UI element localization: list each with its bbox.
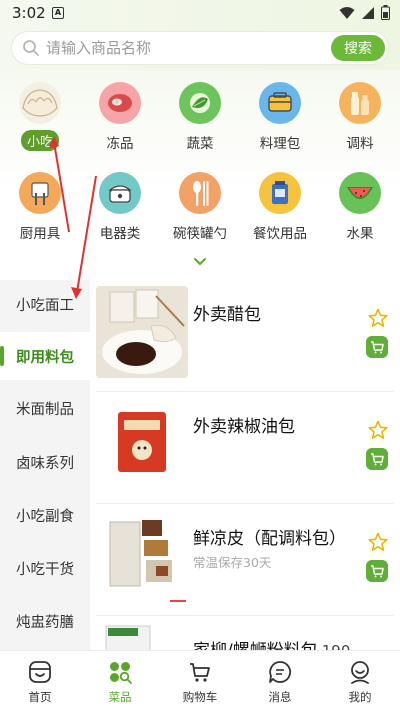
sidebar-item[interactable]: 卤味系列: [0, 438, 90, 486]
sidebar-item-active[interactable]: 即用料包: [0, 332, 90, 380]
category-label: 蔬菜: [186, 136, 214, 152]
utensils-icon: [19, 172, 61, 214]
home-icon: [29, 661, 51, 683]
supplies-box-icon: [259, 172, 301, 214]
sidebar-item[interactable]: 小吃干货: [0, 544, 90, 592]
category-tiaoliao[interactable]: 调料: [325, 82, 395, 152]
nav-label: 购物车: [182, 690, 218, 704]
sidebar-item-label: 小吃面工: [16, 297, 74, 314]
status-bar: 3:02 A: [0, 0, 400, 26]
sidebar-item-label: 即用料包: [16, 349, 74, 366]
search-icon: [23, 40, 39, 56]
category-label: 调料: [346, 136, 374, 152]
category-chuyongju[interactable]: 厨用具: [5, 172, 75, 242]
sidebar-item[interactable]: 小吃面工: [0, 280, 90, 328]
sidebar-item[interactable]: 米面制品: [0, 384, 90, 432]
nav-home[interactable]: 首页: [0, 659, 80, 705]
category-xiaochi[interactable]: 小吃: [5, 82, 75, 151]
nav-label: 首页: [28, 690, 52, 704]
category-shuiguo[interactable]: 水果: [325, 172, 395, 242]
product-name: 外卖辣椒油包: [193, 417, 295, 437]
product-name-text: 家柳/螺蛳粉料包: [193, 641, 318, 650]
status-icons: [339, 5, 390, 20]
nav-dishes[interactable]: 菜品: [80, 659, 160, 705]
spoon-icon: [179, 172, 221, 214]
category-wankuaiguanshao[interactable]: 碗筷罐勺: [165, 172, 235, 242]
bottom-nav: 首页 菜品 购物车 消息 我的: [0, 650, 400, 710]
product-item[interactable]: 外卖醋包: [90, 280, 400, 392]
sidebar: 小吃面工 即用料包 米面制品 卤味系列 小吃副食 小吃干货 炖盅药膳: [0, 280, 90, 650]
product-subtitle: 常温保存30天: [193, 555, 272, 570]
lunchbox-icon: [259, 82, 301, 124]
dishes-icon: [110, 662, 132, 684]
battery-icon: [381, 5, 390, 20]
product-image: [96, 398, 188, 490]
wifi-icon: [339, 6, 355, 19]
search-button[interactable]: 搜索: [331, 35, 385, 61]
product-count: 190: [322, 642, 351, 650]
category-label: 料理包: [259, 136, 301, 152]
profile-icon: [351, 661, 369, 684]
category-shucai[interactable]: 蔬菜: [165, 82, 235, 152]
status-time: 3:02: [12, 4, 46, 22]
sidebar-item-label: 炖盅药膳: [16, 614, 74, 631]
category-grid: 小吃 冻品 蔬菜 料理包 调料 厨用具 电器类 碗筷罐勺 餐饮用品 水果: [0, 70, 400, 276]
add-to-cart-icon[interactable]: [366, 336, 388, 358]
meat-icon: [99, 82, 141, 124]
product-image: [96, 622, 188, 650]
product-image: [96, 286, 188, 378]
category-liaolibao[interactable]: 料理包: [245, 82, 315, 152]
nav-label: 菜品: [108, 690, 132, 704]
nav-cart[interactable]: 购物车: [160, 659, 240, 705]
category-label: 餐饮用品: [253, 226, 307, 242]
product-item[interactable]: 家柳/螺蛳粉料包 190: [90, 616, 400, 650]
seasoning-bottle-icon: [339, 82, 381, 124]
product-image: [96, 510, 188, 602]
category-label: 小吃: [20, 130, 59, 151]
chevron-down-icon[interactable]: [193, 256, 207, 266]
sidebar-item-label: 卤味系列: [16, 455, 74, 472]
product-item[interactable]: 鲜凉皮（配调料包） 常温保存30天: [90, 504, 400, 616]
sidebar-item[interactable]: 炖盅药膳: [0, 597, 90, 645]
message-icon: [269, 661, 292, 683]
sidebar-item-label: 米面制品: [16, 401, 74, 418]
nav-messages[interactable]: 消息: [240, 659, 320, 705]
category-label: 冻品: [106, 136, 134, 152]
product-name: 外卖醋包: [193, 305, 261, 325]
image-indicator: [170, 600, 186, 602]
product-list: 外卖醋包 外卖辣椒油包 鲜凉皮（配调料包） 常温保存30天 家柳/螺蛳粉料包 19…: [90, 280, 400, 650]
nav-label: 我的: [348, 690, 372, 704]
signal-icon: [362, 6, 374, 19]
product-name: 家柳/螺蛳粉料包 190: [193, 636, 350, 650]
active-indicator: [0, 346, 4, 366]
cart-icon: [190, 663, 210, 682]
add-to-cart-icon[interactable]: [366, 448, 388, 470]
watermelon-icon: [339, 172, 381, 214]
sidebar-item-label: 小吃副食: [16, 508, 74, 525]
product-item[interactable]: 外卖辣椒油包: [90, 392, 400, 504]
rice-cooker-icon: [99, 172, 141, 214]
category-dongpin[interactable]: 冻品: [85, 82, 155, 152]
search-box: 搜索: [12, 32, 388, 64]
category-label: 碗筷罐勺: [173, 226, 227, 242]
vegetable-icon: [179, 82, 221, 124]
notification-a-icon: A: [52, 7, 64, 19]
category-dianqilei[interactable]: 电器类: [85, 172, 155, 242]
dumpling-icon: [19, 82, 61, 124]
favorite-star-icon[interactable]: [368, 308, 388, 328]
category-label: 厨用具: [19, 226, 61, 242]
search-input[interactable]: [46, 36, 326, 60]
product-name: 鲜凉皮（配调料包）: [193, 529, 346, 549]
category-canyinyongpin[interactable]: 餐饮用品: [245, 172, 315, 242]
add-to-cart-icon[interactable]: [366, 560, 388, 582]
nav-label: 消息: [268, 690, 292, 704]
category-label: 电器类: [99, 226, 141, 242]
nav-profile[interactable]: 我的: [320, 659, 400, 705]
sidebar-item-label: 小吃干货: [16, 561, 74, 578]
search-area: 搜索: [0, 26, 400, 70]
favorite-star-icon[interactable]: [368, 532, 388, 552]
sidebar-item[interactable]: 小吃副食: [0, 491, 90, 539]
category-label: 水果: [346, 226, 374, 242]
favorite-star-icon[interactable]: [368, 420, 388, 440]
